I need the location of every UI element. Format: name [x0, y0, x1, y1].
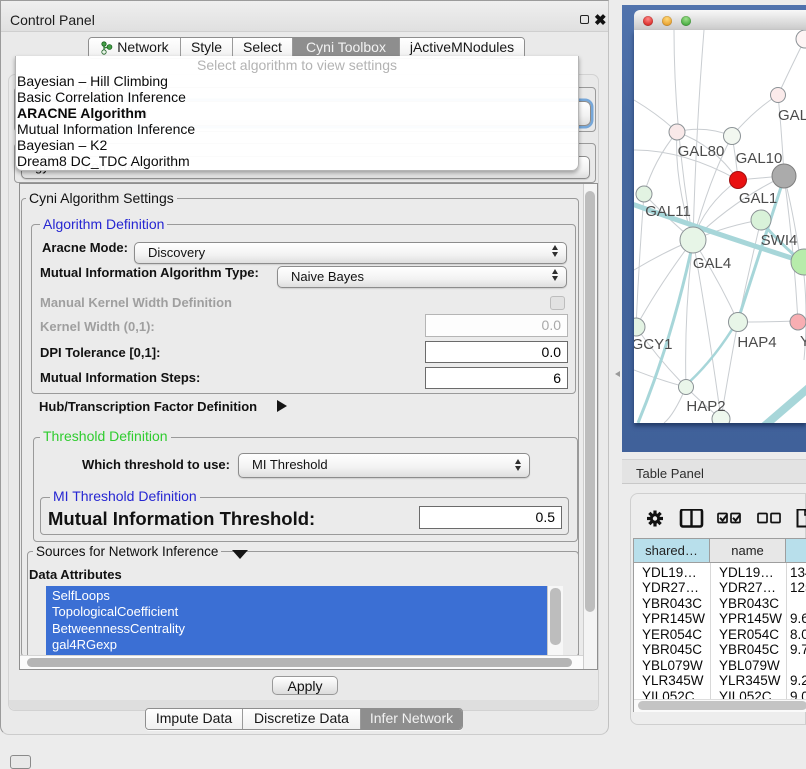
svg-text:Y: Y [800, 333, 806, 350]
svg-text:GAL1: GAL1 [739, 190, 777, 207]
svg-text:GCY1: GCY1 [634, 336, 672, 353]
svg-text:GAL4: GAL4 [693, 255, 731, 272]
svg-text:GAL: GAL [778, 107, 806, 124]
svg-text:HAP2: HAP2 [686, 398, 725, 415]
svg-text:SWI4: SWI4 [761, 232, 798, 249]
svg-text:GAL11: GAL11 [645, 203, 691, 220]
svg-text:HAP4: HAP4 [737, 334, 776, 351]
svg-text:GAL80: GAL80 [678, 143, 725, 160]
svg-text:GAL10: GAL10 [736, 150, 783, 167]
